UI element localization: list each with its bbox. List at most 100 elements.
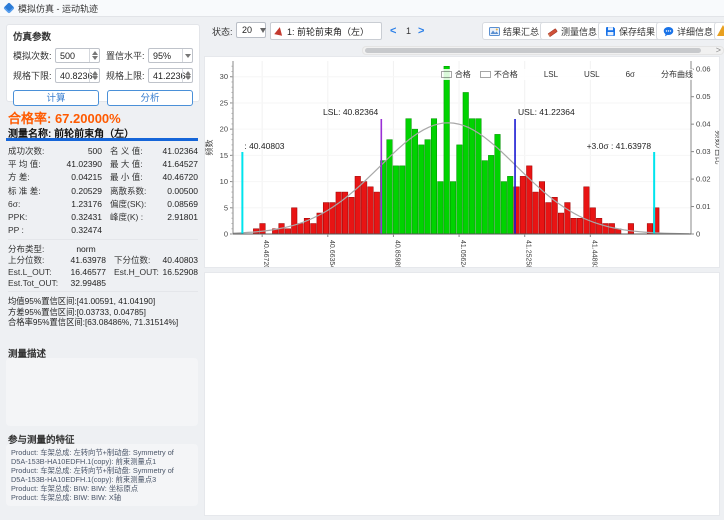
histogram-bar <box>596 218 602 234</box>
sim-count-label: 模拟次数: <box>13 49 55 62</box>
histogram-bar <box>546 203 552 234</box>
histogram-bar <box>571 218 577 234</box>
confidence-select[interactable]: 95% <box>148 48 193 63</box>
scroll-right-arrow-icon[interactable]: > <box>716 45 721 55</box>
lsl-label: LSL: 40.82364 <box>323 107 379 117</box>
save-results-label: 保存结果 <box>619 25 655 38</box>
histogram-bar <box>463 92 469 234</box>
calculate-button[interactable]: 计算 <box>13 90 99 106</box>
features-list: Product: 车架总成: 左转向节+制动盘: Symmetry of D5A… <box>6 444 198 506</box>
x-tick-label: 40.85989 <box>393 240 400 267</box>
histogram-bar <box>412 129 418 234</box>
measurement-tab[interactable]: 1: 前轮前束角（左） <box>270 22 382 40</box>
histogram-bar <box>520 176 526 234</box>
sim-count-value: 500 <box>60 51 75 61</box>
y-tick-label: 30 <box>220 72 228 81</box>
feature-line: Product: 车架总成: BIW: BIW: 坐标原点 <box>11 484 193 493</box>
measure-info-icon <box>547 26 558 37</box>
analyze-button[interactable]: 分析 <box>107 90 193 106</box>
histogram-bar <box>323 203 329 234</box>
y-tick-label: 20 <box>220 125 228 134</box>
histogram-bar <box>349 197 355 234</box>
histogram-bar <box>539 182 545 234</box>
y-right-tick-label: 0.03 <box>696 147 711 156</box>
variance-ci: 方差95%置信区间:[0.03733, 0.04785] <box>8 306 198 317</box>
chevron-down-icon <box>260 28 266 33</box>
y-right-tick-label: 0.05 <box>696 92 711 101</box>
sim-count-stepper[interactable]: 500 <box>55 48 100 63</box>
confidence-value: 95% <box>153 51 171 61</box>
detail-chat-icon <box>663 26 674 37</box>
measure-info-button[interactable]: 测量信息 <box>540 22 604 40</box>
histogram-bar <box>628 224 634 234</box>
histogram-bar <box>507 176 513 234</box>
histogram-bar <box>565 203 571 234</box>
histogram-svg: LSL: 40.82364USL: 41.22364: 40.40803+3.0… <box>205 57 719 267</box>
lsl-label: 规格下限: <box>13 69 55 82</box>
app-logo-icon <box>3 2 14 13</box>
boxplot-svg <box>205 273 719 515</box>
histogram-chart: LSL: 40.82364USL: 41.22364: 40.40803+3.0… <box>204 56 720 268</box>
description-textarea[interactable] <box>6 358 198 426</box>
usl-stepper[interactable]: 41.22364 <box>148 68 193 83</box>
y-right-tick-label: 0.04 <box>696 120 711 129</box>
histogram-bar <box>450 182 456 234</box>
histogram-bar <box>431 119 437 234</box>
save-results-button[interactable]: 保存结果 <box>598 22 662 40</box>
legend-usl: USL <box>584 70 600 79</box>
y-right-tick-label: 0.06 <box>696 65 711 74</box>
x-tick-label: 40.66354 <box>328 240 335 267</box>
divider <box>6 138 198 141</box>
detail-info-button[interactable]: 详细信息 <box>656 22 720 40</box>
legend-fail: 不合格 <box>494 69 518 80</box>
window-title: 模拟仿真 - 运动轨迹 <box>18 2 98 15</box>
report-summary-label: 结果汇总 <box>503 25 539 38</box>
histogram-bar <box>482 161 488 234</box>
histogram-bar <box>438 182 444 234</box>
horizontal-scrollbar[interactable]: > <box>362 46 724 55</box>
histogram-bar <box>260 224 266 234</box>
scrollbar-thumb[interactable] <box>365 48 701 53</box>
report-summary-button[interactable]: 结果汇总 <box>482 22 546 40</box>
histogram-bar <box>501 182 507 234</box>
lsl-stepper[interactable]: 40.82364 <box>55 68 100 83</box>
y-right-axis-title: 频数/占比 <box>714 130 719 164</box>
histogram-bar <box>558 213 564 234</box>
mean-ci: 均值95%置信区间:[41.00591, 41.04190] <box>8 295 198 306</box>
y-right-tick-label: 0.01 <box>696 202 711 211</box>
next-page-button[interactable]: > <box>418 22 424 40</box>
histogram-bar <box>533 192 539 234</box>
stepper-arrows-icon[interactable] <box>89 69 99 82</box>
x-tick-label: 40.46720 <box>262 240 269 267</box>
prev-page-button[interactable]: < <box>390 22 396 40</box>
boxplot-chart <box>204 272 720 516</box>
y-axis-title: 频数 <box>205 140 214 156</box>
histogram-bar <box>374 192 380 234</box>
y-tick-label: 0 <box>224 230 228 239</box>
angle-marker-icon <box>274 26 283 35</box>
measure-info-label: 测量信息 <box>561 25 597 38</box>
clipped-toolbar-icon <box>717 24 724 37</box>
stepper-arrows-icon[interactable] <box>182 69 192 82</box>
histogram-bar <box>469 119 475 234</box>
chevron-down-icon[interactable] <box>182 49 192 62</box>
histogram-bar <box>584 187 590 234</box>
divider <box>8 239 198 240</box>
histogram-bar <box>457 145 463 234</box>
page-number: 1 <box>400 22 417 40</box>
stepper-arrows-icon[interactable] <box>89 49 99 62</box>
feature-line: Product: 车架总成: 左转向节+制动盘: Symmetry of <box>11 448 193 457</box>
x-tick-label: 41.44893 <box>590 240 597 267</box>
feature-line: Product: 车架总成: BIW: BIW: X轴 <box>11 493 193 502</box>
status-select[interactable]: 20 <box>236 22 266 38</box>
legend-curve: 分布曲线 <box>661 69 693 80</box>
save-icon <box>605 26 616 37</box>
histogram-bar <box>298 224 304 234</box>
histogram-bar <box>476 119 482 234</box>
feature-line: D5A-153B-HA10EDFH.1(copy): 前束测量点3 <box>11 475 193 484</box>
feature-line: Product: 车架总成: 左转向节+制动盘: Symmetry of <box>11 466 193 475</box>
usl-label: 规格上限: <box>106 69 148 82</box>
toolbar: 状态: 20 1: 前轮前束角（左） < 1 > 结果汇总 测量信息 保存结果 <box>204 22 724 42</box>
histogram-bar <box>393 166 399 234</box>
histogram-bar <box>444 66 450 234</box>
